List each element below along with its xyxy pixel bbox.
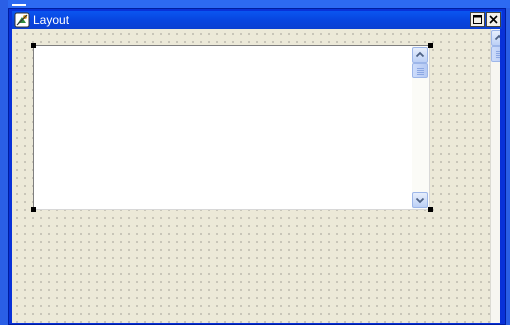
selection-handle-bottom-right[interactable] xyxy=(428,207,433,212)
restore-button[interactable] xyxy=(470,12,485,27)
thumb-grip-line xyxy=(496,51,500,52)
scroll-thumb[interactable] xyxy=(412,63,428,78)
close-button[interactable] xyxy=(486,12,501,27)
canvas-scroll-thumb[interactable] xyxy=(491,46,500,62)
selection-handle-top-right[interactable] xyxy=(428,43,433,48)
memo-control[interactable] xyxy=(33,45,430,210)
selection-handle-top-left[interactable] xyxy=(31,43,36,48)
layout-window-titlebar[interactable]: Layout xyxy=(12,11,502,29)
canvas-scroll-up-button[interactable] xyxy=(491,30,500,46)
canvas-vertical-scrollbar[interactable] xyxy=(490,29,500,323)
memo-vertical-scrollbar[interactable] xyxy=(412,46,429,209)
thumb-grip-line xyxy=(496,55,500,56)
chevron-up-icon xyxy=(494,34,500,41)
thumb-grip-line xyxy=(417,68,424,69)
parent-window-titlebar[interactable] xyxy=(8,0,510,8)
scroll-down-button[interactable] xyxy=(412,192,428,208)
window-title: Layout xyxy=(33,13,70,27)
parent-window-caption-hint xyxy=(12,4,26,6)
restore-icon xyxy=(473,15,482,24)
layout-window[interactable]: Layout xyxy=(8,8,506,325)
thumb-grip-line xyxy=(417,72,424,73)
thumb-grip-line xyxy=(496,57,500,58)
chevron-up-icon xyxy=(415,51,425,58)
scroll-up-button[interactable] xyxy=(412,47,428,63)
design-canvas[interactable] xyxy=(12,29,500,323)
layout-app-icon[interactable] xyxy=(14,12,30,28)
thumb-grip-line xyxy=(417,74,424,75)
close-icon xyxy=(489,15,498,24)
chevron-down-icon xyxy=(415,197,425,204)
selection-handle-bottom-left[interactable] xyxy=(31,207,36,212)
thumb-grip-line xyxy=(496,53,500,54)
thumb-grip-line xyxy=(417,70,424,71)
